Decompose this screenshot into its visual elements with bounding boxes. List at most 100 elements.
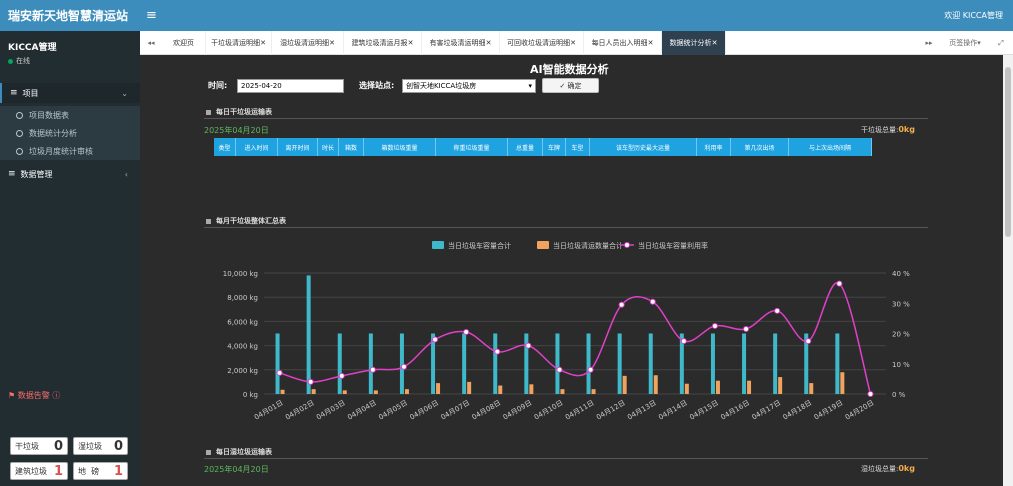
section-dry-daily-title: 每日干垃圾运输表 <box>206 107 272 117</box>
x-tick-label: 04月09日 <box>502 399 534 422</box>
y-right-tick-label: 10 % <box>892 361 910 369</box>
y-left-tick-label: 2,000 kg <box>227 367 258 375</box>
divider <box>204 227 928 228</box>
station-label: 选择站点: <box>359 81 395 90</box>
tab-dry-waste[interactable]: 干垃圾清运明细 ✕ <box>206 31 272 55</box>
date-input[interactable]: 2025-04-20 <box>237 79 344 93</box>
station-select[interactable]: 创智天地KICCA垃圾房 ▾ <box>402 79 536 93</box>
utilization-point <box>680 338 687 345</box>
alarm-title: ⚑ 数据告警 ⓘ <box>8 391 61 400</box>
fullscreen-icon[interactable]: ⤢ <box>990 31 1012 55</box>
bar-collected <box>684 383 689 394</box>
x-tick-label: 04月17日 <box>751 399 783 422</box>
dry-total-value: 0kg <box>898 125 915 134</box>
circle-icon <box>16 111 23 119</box>
section-monthly-title: 每月干垃圾整体汇总表 <box>206 216 286 226</box>
bar-capacity <box>617 333 622 394</box>
utilization-point <box>369 366 376 373</box>
tab-operations-dropdown[interactable]: 页签操作 ▾ <box>940 31 990 55</box>
alarm-count: 1 <box>53 463 63 479</box>
table-header-cell: 箱数 <box>339 138 364 156</box>
tab-label: 每日人员出入明细 <box>591 39 648 47</box>
bar-capacity <box>493 333 498 394</box>
bar-capacity <box>275 333 280 394</box>
bar-capacity <box>462 333 467 394</box>
utilization-point <box>805 338 812 345</box>
bar-collected <box>436 383 441 394</box>
x-tick-label: 04月13日 <box>626 399 658 422</box>
circle-icon <box>16 129 23 137</box>
bar-capacity <box>742 333 747 394</box>
scrollbar-thumb[interactable] <box>1005 67 1011 237</box>
utilization-point <box>618 301 625 308</box>
divider <box>204 458 928 459</box>
bar-capacity <box>586 333 591 394</box>
tab-hazardous-waste[interactable]: 有害垃圾清运明细 ✕ <box>422 31 500 55</box>
online-dot-icon <box>8 58 13 64</box>
tab-scroll-left-icon[interactable]: ◂◂ <box>140 31 162 55</box>
wet-total: 湿垃圾总量:0kg <box>861 464 915 474</box>
alarm-count: 0 <box>113 438 123 454</box>
bar-collected <box>747 380 752 394</box>
sidebar-item-project[interactable]: ≡ 项目 ⌄ <box>0 83 140 103</box>
bar-collected <box>653 375 658 394</box>
welcome-user[interactable]: 欢迎 KICCA管理 <box>944 10 1003 21</box>
x-tick-label: 04月08日 <box>471 399 503 422</box>
y-left-tick-label: 6,000 kg <box>227 318 258 326</box>
table-header-cell: 与上次出场间隔 <box>789 138 872 156</box>
utilization-point <box>743 325 750 332</box>
list-icon: ≡ <box>8 169 16 179</box>
sidebar: KICCA管理 在线 ≡ 项目 ⌄ 项目数据表 数据统计分析 垃圾月度统计审核 … <box>0 31 140 486</box>
bar-capacity <box>555 333 560 394</box>
utilization-point <box>867 391 874 397</box>
bar-collected <box>560 389 565 394</box>
alarm-dry-waste[interactable]: 干垃圾 0 <box>10 437 68 455</box>
section-title-text: 每日干垃圾运输表 <box>216 108 272 116</box>
tab-personnel[interactable]: 每日人员出入明细 ✕ <box>584 31 662 55</box>
utilization-point <box>587 366 594 373</box>
bar-collected <box>809 383 814 394</box>
bar-collected <box>622 375 627 394</box>
bar-collected <box>840 372 845 394</box>
menu-toggle-icon[interactable]: ≡ <box>146 8 157 23</box>
legend-marker-utilization <box>624 242 630 248</box>
section1-date: 2025年04月20日 <box>204 126 269 135</box>
sidebar-subitem-label: 项目数据表 <box>29 110 69 120</box>
chevron-left-icon: ‹ <box>124 169 128 179</box>
bar-collected <box>280 389 285 394</box>
x-tick-label: 04月03日 <box>315 399 347 422</box>
vertical-scrollbar[interactable] <box>1003 55 1013 486</box>
alarm-construction-waste[interactable]: 建筑垃圾 1 <box>10 462 68 480</box>
x-tick-label: 04月14日 <box>657 399 689 422</box>
bar-capacity <box>399 333 404 394</box>
top-navbar: 瑞安新天地智慧清运站 ≡ 欢迎 KICCA管理 <box>0 0 1013 31</box>
alarm-wet-waste[interactable]: 湿垃圾 0 <box>73 437 128 455</box>
utilization-point <box>432 336 439 343</box>
alarm-label: 地 磅 <box>78 466 100 476</box>
alarm-weighbridge[interactable]: 地 磅 1 <box>73 462 128 480</box>
tab-recyclable-waste[interactable]: 可回收垃圾清运明细 ✕ <box>500 31 584 55</box>
utilization-point <box>494 348 501 355</box>
utilization-point <box>711 322 718 329</box>
x-tick-label: 04月11日 <box>564 399 596 422</box>
sidebar-subitem-project-data[interactable]: 项目数据表 <box>0 106 140 124</box>
confirm-button[interactable]: ✓ 确定 <box>542 78 599 93</box>
sidebar-subitem-stats[interactable]: 数据统计分析 <box>0 124 140 142</box>
utilization-point <box>525 342 532 349</box>
tab-welcome[interactable]: 欢迎页 <box>162 31 206 55</box>
sidebar-item-data-management[interactable]: ≡ 数据管理 ‹ <box>0 164 140 184</box>
bar-collected <box>715 380 720 394</box>
dry-total: 干垃圾总量:0kg <box>861 125 915 135</box>
table-header-cell: 称重垃圾重量 <box>436 138 508 156</box>
tab-data-analysis[interactable]: 数据统计分析 ✕ <box>662 31 726 55</box>
tab-wet-waste[interactable]: 湿垃圾清运明细 ✕ <box>272 31 344 55</box>
y-left-tick-label: 4,000 kg <box>227 343 258 351</box>
confirm-label: 确定 <box>567 81 582 90</box>
tab-construction-waste[interactable]: 建筑垃圾清运月报 ✕ <box>344 31 422 55</box>
utilization-point <box>463 328 470 335</box>
bar-collected <box>467 381 472 394</box>
circle-icon <box>16 147 23 155</box>
tab-scroll-right-icon[interactable]: ▸▸ <box>918 31 940 55</box>
user-name: KICCA管理 <box>8 43 57 53</box>
sidebar-subitem-monthly-audit[interactable]: 垃圾月度统计审核 <box>0 142 140 160</box>
